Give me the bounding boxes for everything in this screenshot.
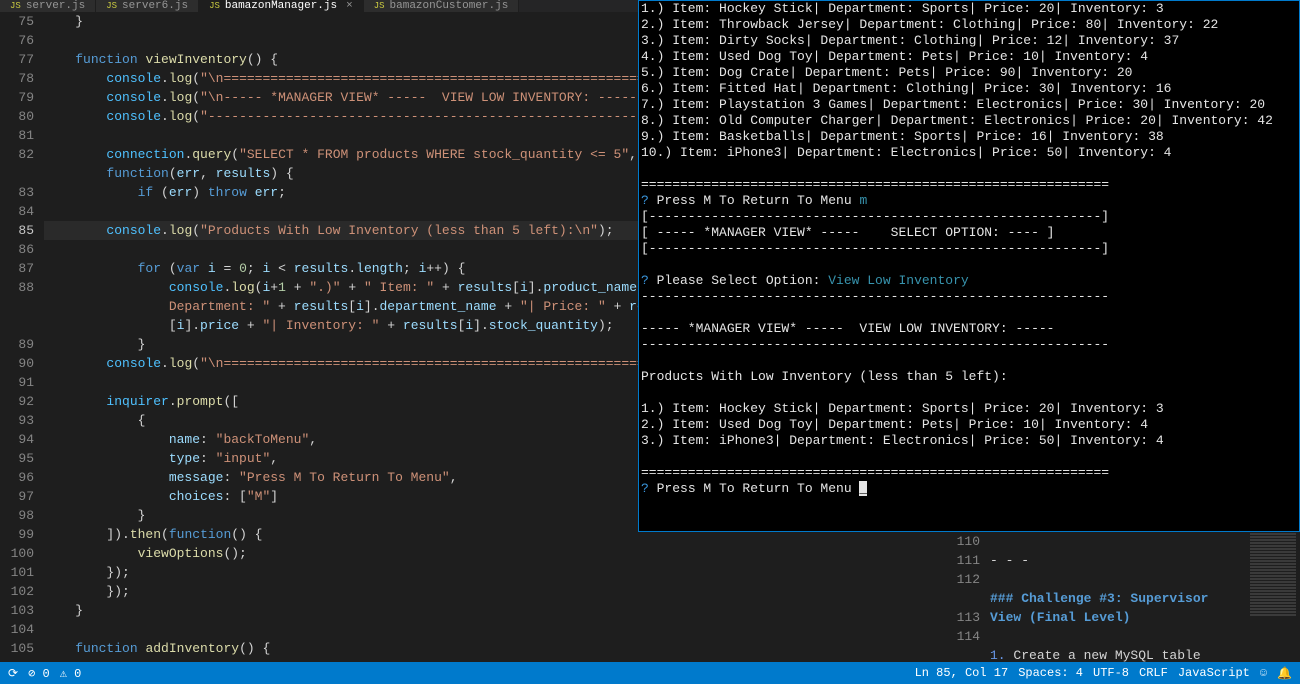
cursor-position[interactable]: Ln 85, Col 17 bbox=[915, 666, 1009, 680]
js-icon: JS bbox=[374, 1, 385, 11]
code-content[interactable]: } function viewInventory() { console.log… bbox=[44, 12, 638, 662]
code-editor[interactable]: 7576777879808182 838485868788 8990919293… bbox=[0, 12, 638, 662]
markdown-editor[interactable]: 110111112 113114 - - - ### Challenge #3:… bbox=[946, 532, 1246, 662]
md-gutter: 110111112 113114 bbox=[946, 532, 990, 662]
md-line: - - - bbox=[990, 553, 1029, 568]
tab-server6[interactable]: JSserver6.js bbox=[96, 0, 199, 12]
js-icon: JS bbox=[10, 1, 21, 11]
feedback-icon[interactable]: ☺ bbox=[1260, 666, 1267, 680]
md-text: Create a new MySQL table called bbox=[990, 648, 1208, 662]
errors-count[interactable]: ⊘ 0 bbox=[28, 666, 50, 681]
bell-icon[interactable]: 🔔 bbox=[1277, 666, 1292, 681]
eol[interactable]: CRLF bbox=[1139, 666, 1168, 680]
md-content[interactable]: - - - ### Challenge #3: Supervisor View … bbox=[990, 532, 1246, 662]
minimap[interactable] bbox=[1246, 532, 1300, 662]
status-bar: ⟳ ⊘ 0 ⚠ 0 Ln 85, Col 17 Spaces: 4 UTF-8 … bbox=[0, 662, 1300, 684]
encoding[interactable]: UTF-8 bbox=[1093, 666, 1129, 680]
md-list-num: 1. bbox=[990, 648, 1006, 662]
language-mode[interactable]: JavaScript bbox=[1178, 666, 1250, 680]
tab-server[interactable]: JSserver.js bbox=[0, 0, 96, 12]
sync-icon[interactable]: ⟳ bbox=[8, 666, 18, 681]
line-gutter: 7576777879808182 838485868788 8990919293… bbox=[0, 12, 44, 662]
warnings-count[interactable]: ⚠ 0 bbox=[60, 666, 82, 681]
js-icon: JS bbox=[106, 1, 117, 11]
tab-bamazon-customer[interactable]: JSbamazonCustomer.js bbox=[364, 0, 520, 12]
js-icon: JS bbox=[209, 1, 220, 11]
terminal-panel[interactable]: 1.) Item: Hockey Stick| Department: Spor… bbox=[638, 0, 1300, 532]
md-heading: ### Challenge #3: Supervisor View (Final… bbox=[990, 591, 1216, 625]
tab-bamazon-manager[interactable]: JSbamazonManager.js× bbox=[199, 0, 364, 12]
close-icon[interactable]: × bbox=[346, 0, 353, 12]
indentation[interactable]: Spaces: 4 bbox=[1018, 666, 1083, 680]
